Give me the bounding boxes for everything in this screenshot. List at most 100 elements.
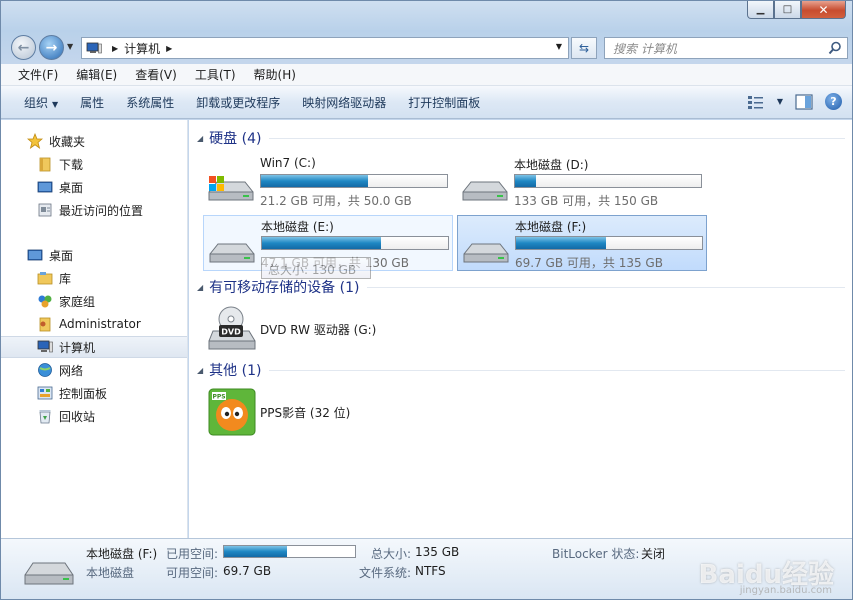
group-divider (269, 369, 845, 371)
uninstall-programs-button[interactable]: 卸载或更改程序 (185, 94, 291, 111)
dvd-drive-icon: DVD (208, 306, 256, 350)
nav-item-control-panel[interactable]: 控制面板 (1, 382, 187, 404)
details-bitlocker-value: 关闭 (641, 547, 666, 561)
details-usage-bar (223, 545, 356, 558)
close-button[interactable]: ✕ (801, 1, 846, 19)
view-tools: ▼ ? (747, 93, 842, 110)
pps-player-icon: PPS (208, 388, 256, 436)
nav-item-recent-places[interactable]: 最近访问的位置 (1, 199, 187, 221)
collapse-icon[interactable]: ◢ (197, 366, 203, 375)
properties-button[interactable]: 属性 (69, 94, 115, 111)
help-button[interactable]: ? (825, 93, 842, 110)
forward-button[interactable]: → (39, 35, 64, 60)
group-header-hard-disks[interactable]: ◢ 硬盘 (4) (197, 128, 845, 148)
content-pane: ◢ 硬盘 (4) Win7 (C:) 21.2 GB 可用，共 50.0 GB … (189, 120, 852, 538)
nav-item-desktop-fav[interactable]: 桌面 (1, 176, 187, 198)
breadcrumb-separator-icon[interactable]: ▶ (112, 44, 118, 53)
nav-item-label: 桌面 (59, 180, 84, 195)
drive-tile-d[interactable]: 本地磁盘 (D:) 133 GB 可用，共 150 GB (457, 154, 707, 210)
drive-name: Win7 (C:) (260, 156, 316, 170)
nav-item-label: Administrator (59, 317, 141, 331)
view-options-dropdown[interactable]: ▼ (777, 97, 783, 106)
nav-item-label: 网络 (59, 363, 84, 378)
drive-free-space: 69.7 GB 可用，共 135 GB (515, 256, 663, 270)
organize-button[interactable]: 组织 ▼ (13, 94, 69, 111)
details-usage-fill (224, 546, 288, 557)
nav-item-computer[interactable]: 计算机 (1, 336, 187, 358)
hard-drive-icon (209, 243, 255, 263)
user-folder-icon (39, 317, 51, 332)
menu-tools[interactable]: 工具(T) (186, 66, 245, 83)
nav-item-network[interactable]: 网络 (1, 359, 187, 381)
menu-bar: 文件(F) 编辑(E) 查看(V) 工具(T) 帮助(H) (1, 64, 852, 86)
nav-favorites[interactable]: 收藏夹 (1, 130, 187, 152)
network-icon (38, 363, 52, 377)
breadcrumb-computer[interactable]: 计算机 (124, 40, 160, 57)
drive-tile-c[interactable]: Win7 (C:) 21.2 GB 可用，共 50.0 GB (203, 154, 453, 210)
drive-name: DVD RW 驱动器 (G:) (260, 323, 377, 337)
change-view-icon[interactable] (747, 94, 765, 110)
nav-item-downloads[interactable]: 下载 (1, 153, 187, 175)
drive-tile-f[interactable]: 本地磁盘 (F:) 69.7 GB 可用，共 135 GB (457, 215, 707, 271)
map-network-drive-button[interactable]: 映射网络驱动器 (291, 94, 397, 111)
nav-favorites-label: 收藏夹 (49, 134, 86, 149)
details-fs-label: 文件系统: (359, 566, 412, 580)
menu-edit[interactable]: 编辑(E) (67, 66, 126, 83)
search-icon[interactable] (828, 41, 842, 55)
address-dropdown[interactable]: ▼ (556, 42, 562, 51)
nav-desktop[interactable]: 桌面 (1, 244, 187, 266)
nav-item-label: 计算机 (59, 340, 96, 355)
nav-item-administrator[interactable]: Administrator (1, 313, 187, 335)
command-bar: 组织 ▼ 属性 系统属性 卸载或更改程序 映射网络驱动器 打开控制面板 ▼ ? (1, 86, 852, 119)
details-total-label: 总大小: (371, 547, 412, 561)
search-input[interactable]: 搜索 计算机 (604, 37, 848, 59)
menu-file[interactable]: 文件(F) (9, 66, 67, 83)
maximize-button[interactable]: □ (774, 1, 801, 19)
navigation-row: ← → ▼ ▶ 计算机 ▶ ▼ ⇆ 搜索 计算机 (9, 33, 849, 61)
drive-usage-bar (515, 236, 703, 250)
preview-pane-icon[interactable] (795, 93, 813, 110)
address-bar[interactable]: ▶ 计算机 ▶ ▼ (81, 37, 569, 59)
drive-free-space: 133 GB 可用，共 150 GB (514, 194, 659, 208)
chevron-down-icon: ▼ (52, 99, 59, 109)
hard-drive-icon (463, 243, 509, 263)
menu-help[interactable]: 帮助(H) (245, 66, 305, 83)
group-header-removable[interactable]: ◢ 有可移动存储的设备 (1) (197, 277, 845, 297)
drive-name: 本地磁盘 (E:) (261, 220, 334, 234)
drive-usage-bar (260, 174, 448, 188)
recycle-bin-icon (39, 410, 51, 424)
collapse-icon[interactable]: ◢ (197, 283, 203, 292)
drive-tile-g[interactable]: DVD DVD RW 驱动器 (G:) (203, 303, 423, 355)
minimize-button[interactable]: ▁ (747, 1, 774, 19)
menu-view[interactable]: 查看(V) (126, 66, 186, 83)
nav-item-label: 最近访问的位置 (59, 203, 144, 218)
computer-icon (37, 340, 53, 353)
svg-text:PPS: PPS (212, 394, 225, 401)
control-panel-icon (37, 386, 53, 400)
refresh-button[interactable]: ⇆ (571, 37, 597, 59)
open-control-panel-button[interactable]: 打开控制面板 (397, 94, 491, 111)
nav-item-recycle-bin[interactable]: 回收站 (1, 405, 187, 427)
group-header-other[interactable]: ◢ 其他 (1) (197, 360, 845, 380)
svg-text:DVD: DVD (221, 328, 241, 337)
drive-tooltip: 总大小: 130 GB (261, 257, 371, 279)
pps-player-tile[interactable]: PPS PPS影音 (32 位) (203, 386, 403, 438)
search-placeholder: 搜索 计算机 (613, 41, 677, 56)
drive-usage-bar (514, 174, 702, 188)
nav-item-homegroup[interactable]: 家庭组 (1, 290, 187, 312)
drive-name: 本地磁盘 (D:) (514, 158, 589, 172)
nav-item-label: 库 (59, 271, 72, 286)
drive-free-space: 21.2 GB 可用，共 50.0 GB (260, 194, 412, 208)
computer-icon (86, 42, 102, 54)
details-drive-name: 本地磁盘 (F:) (86, 547, 158, 561)
breadcrumb-separator-icon[interactable]: ▶ (166, 44, 172, 53)
system-properties-button[interactable]: 系统属性 (115, 94, 185, 111)
arrow-left-icon: ← (17, 39, 30, 56)
back-button[interactable]: ← (11, 35, 36, 60)
nav-item-libraries[interactable]: 库 (1, 267, 187, 289)
details-drive-type: 本地磁盘 (86, 566, 135, 580)
collapse-icon[interactable]: ◢ (197, 134, 203, 143)
hard-drive-icon (24, 562, 74, 585)
recent-pages-dropdown[interactable]: ▼ (67, 42, 73, 51)
window-controls: ▁ □ ✕ (747, 1, 846, 19)
